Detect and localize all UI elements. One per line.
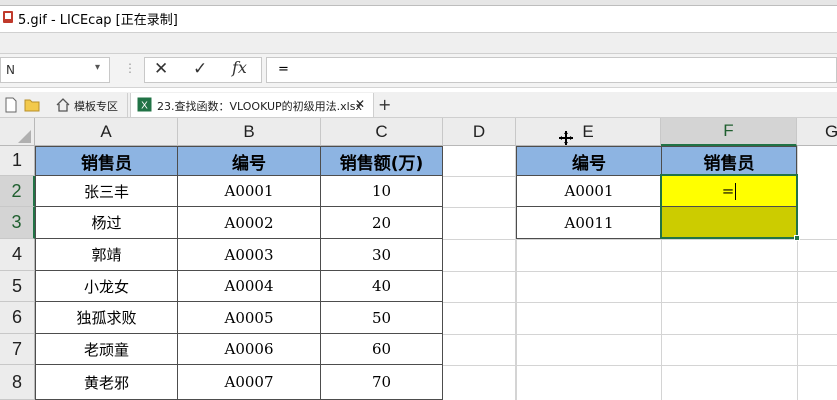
table-cell[interactable]: 张三丰	[35, 175, 178, 207]
table-cell[interactable]: 50	[320, 301, 443, 334]
cursor-icon	[559, 131, 573, 145]
column-d-area	[443, 146, 516, 400]
folder-icon[interactable]	[24, 98, 40, 112]
ribbon-strip	[0, 32, 837, 54]
row-header-3[interactable]: 3	[0, 207, 35, 239]
table-cell[interactable]: A0004	[177, 270, 321, 302]
confirm-icon[interactable]: ✓	[193, 59, 207, 79]
svg-text:X: X	[141, 101, 148, 112]
gridline	[443, 334, 837, 335]
table-cell[interactable]: 60	[320, 333, 443, 365]
table-cell[interactable]: A0003	[177, 238, 321, 271]
row-header-1[interactable]: 1	[0, 146, 35, 176]
close-icon[interactable]: ✕	[355, 97, 365, 111]
column-header-a[interactable]: A	[35, 118, 178, 146]
window-title: 5.gif - LICEcap [正在录制]	[18, 13, 178, 28]
table-cell[interactable]: 10	[320, 175, 443, 207]
lookup-cell-id[interactable]: A0001	[516, 175, 662, 207]
formula-content: =	[278, 62, 289, 77]
tab-active-workbook[interactable]: X 23.查找函数：VLOOKUP的初级用法.xlsx ✕	[130, 93, 374, 117]
gridline	[443, 207, 516, 208]
header-cell-id[interactable]: 编号	[177, 146, 321, 176]
row-header-4[interactable]: 4	[0, 239, 35, 271]
column-header-f[interactable]: F	[661, 118, 797, 146]
column-header-b[interactable]: B	[178, 118, 321, 146]
row-header-6[interactable]: 6	[0, 302, 35, 334]
selection-border	[660, 174, 798, 239]
gridline	[661, 239, 662, 400]
formula-input[interactable]	[266, 57, 837, 83]
tab-template[interactable]: 模板专区	[50, 93, 128, 117]
row-header-8[interactable]: 8	[0, 365, 35, 400]
gridline	[516, 239, 517, 400]
table-cell[interactable]: 20	[320, 206, 443, 239]
name-box-value: N	[6, 63, 15, 77]
lookup-header-id[interactable]: 编号	[516, 146, 662, 176]
table-cell[interactable]: A0007	[177, 364, 321, 400]
row-header-7[interactable]: 7	[0, 334, 35, 365]
fill-handle[interactable]	[794, 235, 800, 241]
table-cell[interactable]: A0001	[177, 175, 321, 207]
table-cell[interactable]: 70	[320, 364, 443, 400]
tab-template-label: 模板专区	[74, 100, 118, 113]
row-header-2[interactable]: 2	[0, 176, 35, 207]
header-cell-sales[interactable]: 销售额(万)	[320, 146, 443, 176]
table-cell[interactable]: A0002	[177, 206, 321, 239]
table-cell[interactable]: 老顽童	[35, 333, 178, 365]
column-header-g[interactable]: G	[797, 118, 837, 146]
row-header-5[interactable]: 5	[0, 271, 35, 302]
add-tab-icon[interactable]: +	[378, 95, 391, 114]
column-header-d[interactable]: D	[443, 118, 516, 146]
header-cell-sales-rep[interactable]: 销售员	[35, 146, 178, 176]
name-box[interactable]	[0, 57, 110, 83]
app-icon	[3, 11, 13, 23]
table-cell[interactable]: A0005	[177, 301, 321, 334]
cancel-icon[interactable]: ✕	[154, 59, 168, 79]
insert-function-icon[interactable]: fx	[232, 58, 247, 77]
table-cell[interactable]: 独孤求败	[35, 301, 178, 334]
formula-separator-icon: ⋮	[124, 61, 136, 75]
column-header-e[interactable]: E	[516, 118, 661, 146]
table-cell[interactable]: 郭靖	[35, 238, 178, 271]
lookup-cell-id[interactable]: A0011	[516, 206, 662, 239]
table-cell[interactable]: A0006	[177, 333, 321, 365]
lookup-header-sales-rep[interactable]: 销售员	[661, 146, 797, 176]
column-header-c[interactable]: C	[321, 118, 443, 146]
gridline	[443, 239, 837, 240]
table-cell[interactable]: 杨过	[35, 206, 178, 239]
gridline	[443, 271, 837, 272]
gridline	[443, 302, 837, 303]
table-cell[interactable]: 40	[320, 270, 443, 302]
table-cell[interactable]: 黄老邪	[35, 364, 178, 400]
home-icon	[56, 98, 70, 112]
chevron-down-icon[interactable]: ▾	[95, 62, 100, 73]
excel-icon: X	[137, 97, 152, 112]
table-cell[interactable]: 小龙女	[35, 270, 178, 302]
document-icon[interactable]	[4, 97, 18, 113]
select-all-corner[interactable]	[0, 118, 35, 146]
select-all-triangle-icon	[18, 130, 31, 143]
tab-active-label: 23.查找函数：VLOOKUP的初级用法.xlsx	[157, 100, 362, 113]
gridline	[443, 365, 837, 366]
table-cell[interactable]: 30	[320, 238, 443, 271]
gridline	[443, 176, 516, 177]
